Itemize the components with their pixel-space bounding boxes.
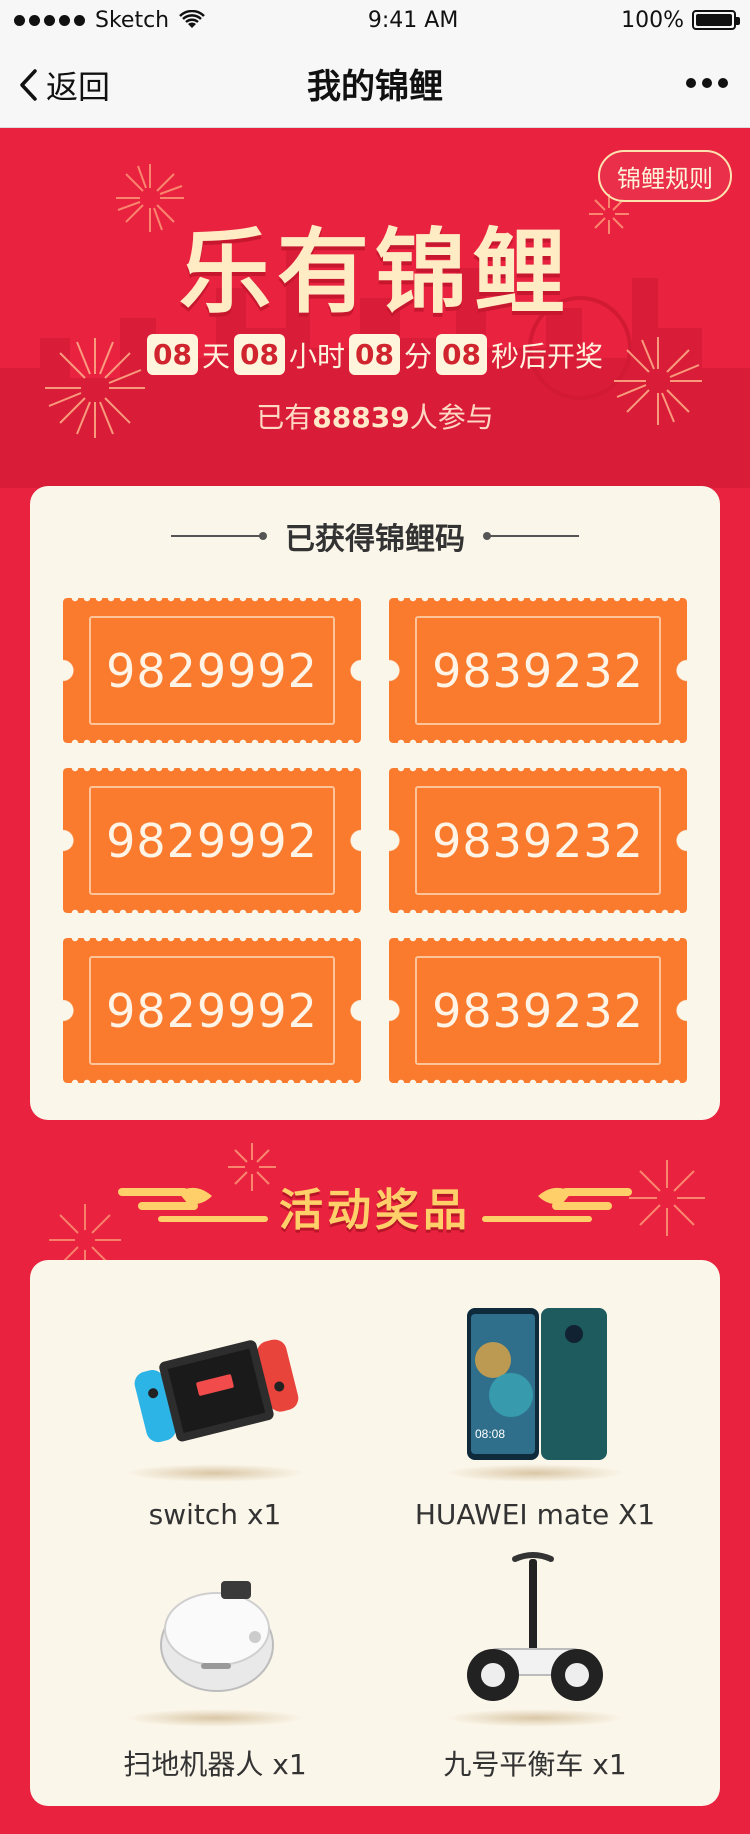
prize-item[interactable]: 08:08 HUAWEI mate X1 (375, 1300, 695, 1531)
participants-count: 已有88839人参与 (0, 396, 750, 436)
divider (171, 532, 267, 540)
participants-number: 88839 (312, 401, 410, 434)
countdown-seconds-unit: 秒后开奖 (490, 339, 603, 373)
divider (483, 532, 579, 540)
back-button[interactable]: 返回 (18, 62, 110, 108)
code-ticket: 9829992 (63, 594, 361, 747)
code-value: 9829992 (89, 786, 335, 895)
carrier-name: Sketch (95, 7, 170, 33)
game-console-icon (125, 1300, 305, 1470)
countdown-minutes: 08 (349, 334, 400, 375)
code-value: 9839232 (415, 786, 661, 895)
code-value: 9829992 (89, 616, 335, 725)
more-menu-button[interactable] (686, 78, 728, 88)
prize-label: HUAWEI mate X1 (414, 1498, 656, 1531)
page-title: 我的锦鲤 (307, 67, 443, 107)
codes-section-header: 已获得锦鲤码 (30, 486, 720, 586)
countdown-seconds: 08 (435, 334, 487, 375)
codes-card: 已获得锦鲤码 9829992 9839232 9829992 9839232 9… (30, 486, 720, 1120)
code-ticket: 9829992 (63, 934, 361, 1087)
hero-banner: 锦鲤规则 乐有锦鲤 08 天 08 小时 08 分 08 秒后开奖 已有8883… (0, 128, 750, 488)
battery-percent: 100% (621, 7, 684, 33)
countdown: 08 天 08 小时 08 分 08 秒后开奖 (0, 334, 750, 375)
prize-item[interactable]: switch x1 (55, 1300, 375, 1531)
code-value: 9839232 (415, 616, 661, 725)
countdown-minutes-unit: 分 (403, 339, 432, 373)
prizes-heading: 活动奖品 (279, 1185, 471, 1236)
prize-label: switch x1 (148, 1498, 282, 1531)
smartphone-icon: 08:08 (445, 1300, 625, 1470)
code-ticket: 9839232 (389, 934, 687, 1087)
svg-text:08:08: 08:08 (475, 1427, 505, 1441)
hero-title: 乐有锦鲤 (178, 219, 571, 326)
countdown-hours: 08 (234, 334, 285, 375)
codes-heading: 已获得锦鲤码 (285, 522, 465, 557)
code-value: 9829992 (89, 956, 335, 1065)
countdown-days: 08 (147, 334, 198, 375)
code-ticket: 9839232 (389, 764, 687, 917)
prize-item[interactable]: 九号平衡车 x1 (375, 1545, 695, 1783)
battery-icon (692, 10, 740, 30)
prize-item[interactable]: 扫地机器人 x1 (55, 1545, 375, 1783)
rules-button[interactable]: 锦鲤规则 (598, 150, 732, 202)
prizes-card: switch x1 08:08 HUAWEI mate X1 扫地机器人 x1 … (30, 1260, 720, 1806)
chevron-left-icon (20, 69, 37, 101)
code-value: 9839232 (415, 956, 661, 1065)
prize-label: 九号平衡车 x1 (443, 1748, 627, 1781)
participants-prefix: 已有 (256, 401, 313, 434)
prize-label: 扫地机器人 x1 (123, 1748, 307, 1781)
clock: 9:41 AM (367, 7, 459, 33)
code-ticket: 9839232 (389, 594, 687, 747)
participants-suffix: 人参与 (409, 401, 494, 434)
status-bar: Sketch 9:41 AM 100% (0, 0, 750, 40)
prizes-header: 活动奖品 (0, 1143, 750, 1276)
code-ticket: 9829992 (63, 764, 361, 917)
codes-grid: 9829992 9839232 9829992 9839232 9829992 … (63, 594, 687, 1087)
robot-vacuum-icon (125, 1545, 305, 1715)
signal-icon (14, 14, 85, 26)
countdown-hours-unit: 小时 (288, 339, 345, 373)
back-label: 返回 (46, 68, 111, 106)
nav-bar: 返回 我的锦鲤 (0, 40, 750, 128)
wifi-icon (179, 10, 206, 28)
countdown-days-unit: 天 (202, 339, 231, 373)
balance-scooter-icon (445, 1545, 625, 1715)
